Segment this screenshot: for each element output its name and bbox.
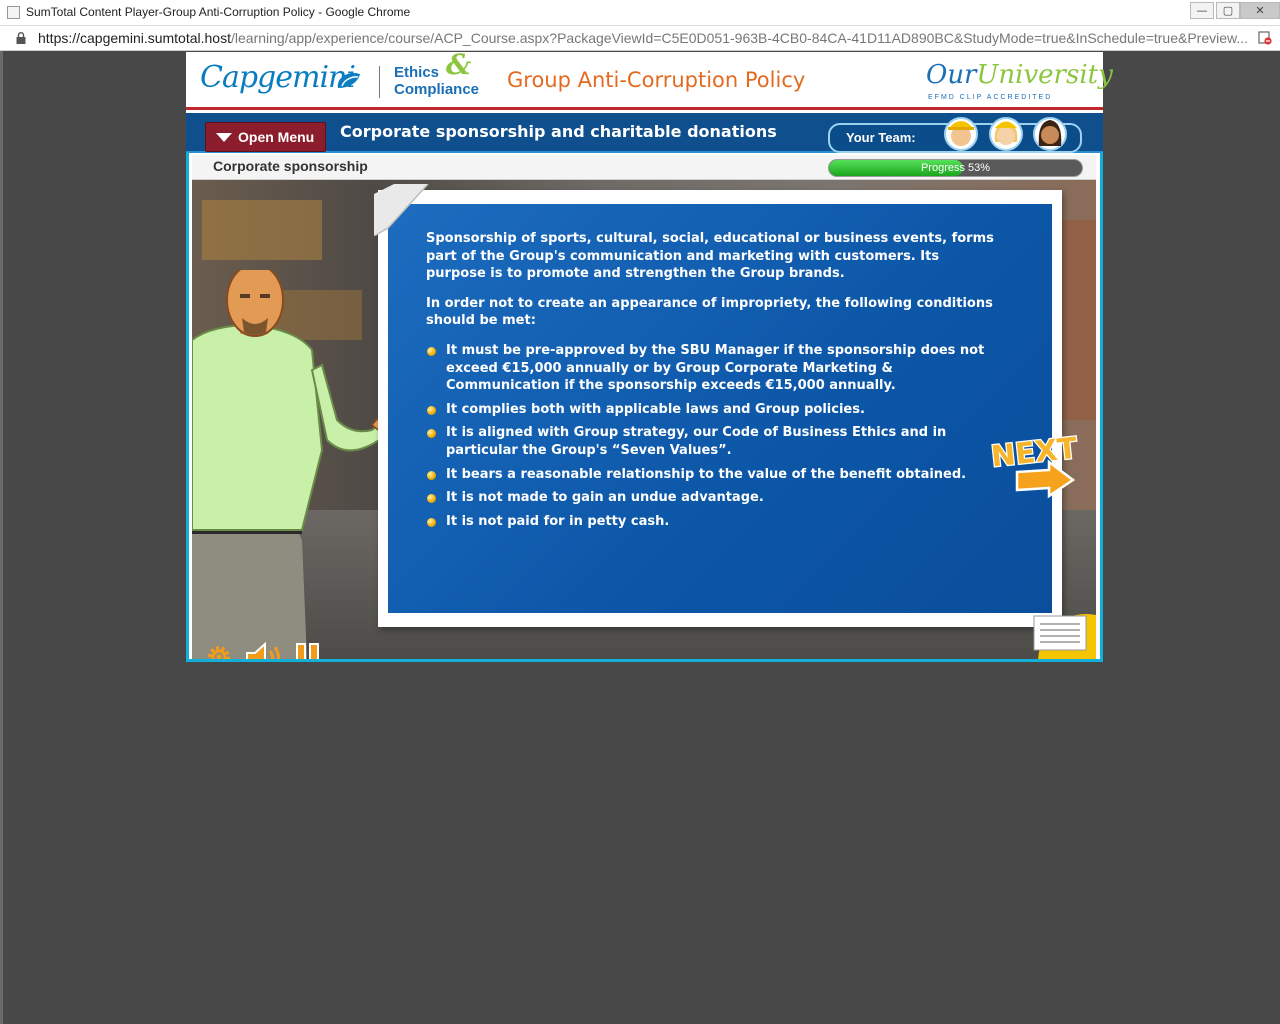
restore-button[interactable]: ▢ (1216, 2, 1240, 19)
section-title: Corporate sponsorship and charitable don… (340, 122, 777, 141)
list-item: It complies both with applicable laws an… (426, 401, 996, 419)
minimize-button[interactable]: — (1190, 2, 1214, 19)
slide-title: Corporate sponsorship (213, 158, 368, 174)
team-avatar-1-icon[interactable] (942, 112, 980, 152)
list-item-text: It must be pre-approved by the SBU Manag… (446, 342, 985, 394)
url-path: /learning/app/experience/course/ACP_Cour… (231, 30, 1249, 46)
shelf-boxes (202, 200, 322, 260)
caret-down-icon (216, 133, 232, 142)
window-edge (0, 51, 3, 1024)
course-navbar: Open Menu Corporate sponsorship and char… (186, 113, 1103, 153)
bullet-icon (427, 517, 436, 527)
window-title: SumTotal Content Player-Group Anti-Corru… (26, 5, 411, 19)
slide-header: Corporate sponsorship Progress 53% (192, 155, 1096, 180)
conditions-paragraph: In order not to create an appearance of … (426, 295, 993, 329)
list-item: It is not paid for in petty cash. (426, 513, 996, 531)
your-team-label: Your Team: (846, 130, 916, 145)
settings-gear-icon[interactable] (204, 642, 234, 659)
your-team-panel[interactable]: Your Team: (828, 117, 1082, 153)
bullet-icon (427, 470, 436, 480)
capgemini-logo: Capgemini (200, 60, 356, 95)
bullet-icon (427, 429, 436, 439)
list-item-text: It is not made to gain an undue advantag… (446, 490, 764, 506)
lock-icon (16, 32, 26, 44)
intro-paragraph: Sponsorship of sports, cultural, social,… (426, 231, 994, 282)
brand-separator (379, 66, 380, 98)
bullet-icon (427, 405, 436, 415)
next-button[interactable]: NEXT (987, 432, 1083, 502)
team-avatar-2-icon[interactable] (987, 112, 1025, 152)
conditions-list: It must be pre-approved by the SBU Manag… (426, 342, 996, 530)
progress-bar: Progress 53% (828, 159, 1083, 177)
transcript-icon[interactable] (1026, 614, 1096, 659)
list-item-text: It is not paid for in petty cash. (446, 513, 670, 529)
university-label: University (976, 60, 1113, 90)
content-panel: Sponsorship of sports, cultural, social,… (388, 204, 1052, 613)
browser-titlebar: SumTotal Content Player-Group Anti-Corru… (0, 0, 1280, 26)
ampersand-mark: & (446, 48, 472, 81)
close-button[interactable]: ✕ (1240, 2, 1280, 19)
brand-header: Capgemini Ethics & Compliance Group Anti… (186, 51, 1113, 110)
list-item-text: It complies both with applicable laws an… (446, 401, 865, 417)
content-text: Sponsorship of sports, cultural, social,… (426, 230, 996, 536)
bullet-icon (427, 494, 436, 504)
pause-icon[interactable] (294, 642, 322, 659)
content-card: Sponsorship of sports, cultural, social,… (374, 184, 1062, 627)
open-menu-button[interactable]: Open Menu (205, 122, 326, 152)
url-host: https://capgemini.sumtotal.host (38, 30, 231, 46)
accreditation-label: EFMD CLIP ACCREDITED (928, 94, 1053, 101)
team-avatar-3-icon[interactable] (1031, 112, 1069, 152)
slide-stage: Sponsorship of sports, cultural, social,… (192, 180, 1096, 659)
page-curl-icon (374, 184, 429, 236)
page-icon (7, 6, 20, 19)
capgemini-spade-icon (337, 72, 360, 88)
progress-text: Progress 53% (920, 162, 991, 174)
bullet-icon (427, 346, 436, 356)
list-item: It is not made to gain an undue advantag… (426, 489, 996, 507)
list-item: It bears a reasonable relationship to th… (426, 466, 996, 484)
next-label: NEXT (989, 432, 1079, 474)
list-item-text: It is aligned with Group strategy, our C… (446, 425, 947, 458)
ethics-compliance-logo: Ethics & Compliance (394, 51, 480, 99)
address-bar[interactable]: https://capgemini.sumtotal.host/learning… (0, 26, 1280, 51)
course-title: Group Anti-Corruption Policy (507, 68, 806, 92)
our-label: Our (926, 60, 977, 90)
blocked-popup-icon[interactable] (1258, 31, 1272, 45)
list-item-text: It bears a reasonable relationship to th… (446, 466, 967, 482)
volume-icon[interactable] (244, 642, 286, 659)
list-item: It is aligned with Group strategy, our C… (426, 424, 996, 459)
url-text[interactable]: https://capgemini.sumtotal.host/learning… (38, 30, 1248, 46)
our-university-logo: OurUniversity (926, 60, 1113, 90)
compliance-label: Compliance (394, 81, 480, 98)
open-menu-label: Open Menu (238, 129, 315, 145)
course-player: Capgemini Ethics & Compliance Group Anti… (186, 51, 1113, 662)
list-item: It must be pre-approved by the SBU Manag… (426, 342, 996, 395)
